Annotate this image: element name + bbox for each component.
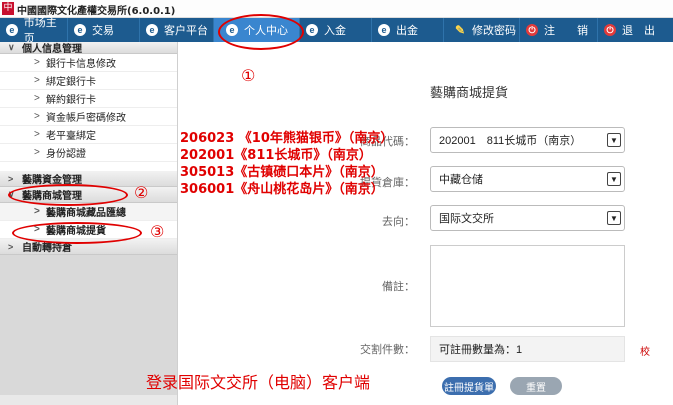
nav-label: 注 销 [544, 25, 588, 37]
warehouse-select[interactable]: 中藏仓储 ▼ [430, 166, 625, 192]
chevron-right-icon: > [34, 129, 40, 140]
quantity-value: 可註冊數量為：1 [439, 344, 523, 356]
person-icon: ✎ [454, 23, 466, 37]
nav-change-password[interactable]: ✎ 修改密码 [444, 18, 520, 42]
nav-label: 客户平台 [164, 25, 208, 37]
nav-label: 交易 [92, 25, 114, 37]
top-nav: e 市场主页 e 交易 e 客户平台 e 个人中心 e 入金 e 出金 ✎ 修改… [0, 17, 673, 45]
power-icon: ⏻ [604, 24, 616, 36]
c-circle-icon: e [6, 24, 18, 36]
sidebar-group-personal[interactable]: ∨ 個人信息管理 [0, 42, 177, 55]
sidebar-item-label: 資金帳戶密碼修改 [46, 113, 126, 124]
sidebar-item-label: 藝購商城藏品匯總 [46, 208, 126, 219]
sidebar-item-bind-bank-card[interactable]: > 綁定銀行卡 [0, 72, 177, 90]
nav-withdraw[interactable]: e 出金 [372, 18, 444, 42]
nav-label: 修改密码 [472, 25, 516, 37]
chevron-down-icon: ∨ [8, 42, 15, 52]
destination-select[interactable]: 国际文交所 ▼ [430, 205, 625, 231]
nav-label: 出金 [396, 25, 418, 37]
annotation-ellipse-pickup [12, 222, 142, 244]
remark-label: 備註： [382, 281, 415, 293]
annotation-caption: 登录国际文交所（电脑）客户端 [146, 373, 371, 392]
page-title: 藝購商城提貨 [430, 85, 509, 100]
nav-exit[interactable]: ⏻ 退 出 [598, 18, 673, 42]
reset-button[interactable]: 重置 [510, 377, 562, 395]
sidebar-item-label: 綁定銀行卡 [46, 77, 96, 88]
window-titlebar: 中 中國國際文化產權交易所(6.0.0.1) [0, 0, 673, 18]
nav-client-platform[interactable]: e 客户平台 [140, 18, 214, 42]
sidebar-item-label: 銀行卡信息修改 [46, 59, 116, 70]
annotation-product-4: 306001《舟山桃花岛片》（南京） [180, 182, 384, 197]
quantity-label: 交割件數： [360, 344, 415, 356]
chevron-right-icon: > [34, 75, 40, 86]
chevron-right-icon: > [8, 173, 14, 184]
chevron-down-icon: ▼ [607, 133, 621, 147]
quantity-field: 可註冊數量為：1 [430, 336, 625, 362]
sidebar-item-label: 解約銀行卡 [46, 95, 96, 106]
power-icon: ⏻ [526, 24, 538, 36]
c-circle-icon: e [146, 24, 158, 36]
annotation-step-1: ① [241, 66, 256, 85]
c-circle-icon: e [74, 24, 86, 36]
warehouse-value: 中藏仓储 [439, 174, 483, 186]
sidebar-item-identity-verify[interactable]: > 身份認證 [0, 144, 177, 162]
sidebar-item-old-platform[interactable]: > 老平臺綁定 [0, 126, 177, 144]
c-circle-icon: e [378, 24, 390, 36]
chevron-right-icon: > [34, 111, 40, 122]
annotation-step-2: ② [134, 183, 149, 202]
sidebar-item-bank-card-edit[interactable]: > 銀行卡信息修改 [0, 54, 177, 72]
sidebar-item-label: 身份認證 [46, 149, 86, 160]
nav-market-home[interactable]: e 市场主页 [0, 17, 68, 45]
remark-textarea[interactable] [430, 245, 625, 327]
nav-deposit[interactable]: e 入金 [300, 18, 372, 42]
product-code-select[interactable]: 202001 811长城币（南京） ▼ [430, 127, 625, 153]
chevron-right-icon: > [34, 206, 40, 217]
annotation-ellipse-mall [8, 184, 128, 206]
destination-value: 国际文交所 [439, 213, 494, 225]
sidebar-group-label: 個人信息管理 [22, 44, 82, 55]
chevron-right-icon: > [8, 241, 14, 252]
nav-label: 退 出 [622, 25, 655, 37]
sidebar-item-unbind-bank-card[interactable]: > 解約銀行卡 [0, 90, 177, 108]
sidebar-item-fund-password[interactable]: > 資金帳戶密碼修改 [0, 108, 177, 126]
annotation-step-3: ③ [150, 222, 165, 241]
app-logo: 中 [2, 2, 14, 15]
sidebar-spacer [0, 162, 177, 171]
quantity-note: 校 [640, 347, 650, 358]
chevron-down-icon: ▼ [607, 172, 621, 186]
register-pickup-button[interactable]: 註冊提貨單 [442, 377, 496, 395]
chevron-right-icon: > [34, 93, 40, 104]
nav-logout[interactable]: ⏻ 注 销 [520, 18, 598, 42]
c-circle-icon: e [306, 24, 318, 36]
chevron-down-icon: ▼ [607, 211, 621, 225]
product-code-value: 202001 811长城币（南京） [439, 135, 582, 147]
nav-trade[interactable]: e 交易 [68, 18, 140, 42]
destination-label: 去向： [382, 216, 415, 228]
annotation-ellipse-nav [218, 14, 304, 50]
chevron-right-icon: > [34, 147, 40, 158]
sidebar-item-label: 老平臺綁定 [46, 131, 96, 142]
sidebar-item-mall-summary[interactable]: > 藝購商城藏品匯總 [0, 203, 177, 221]
chevron-right-icon: > [34, 57, 40, 68]
nav-label: 入金 [324, 25, 346, 37]
